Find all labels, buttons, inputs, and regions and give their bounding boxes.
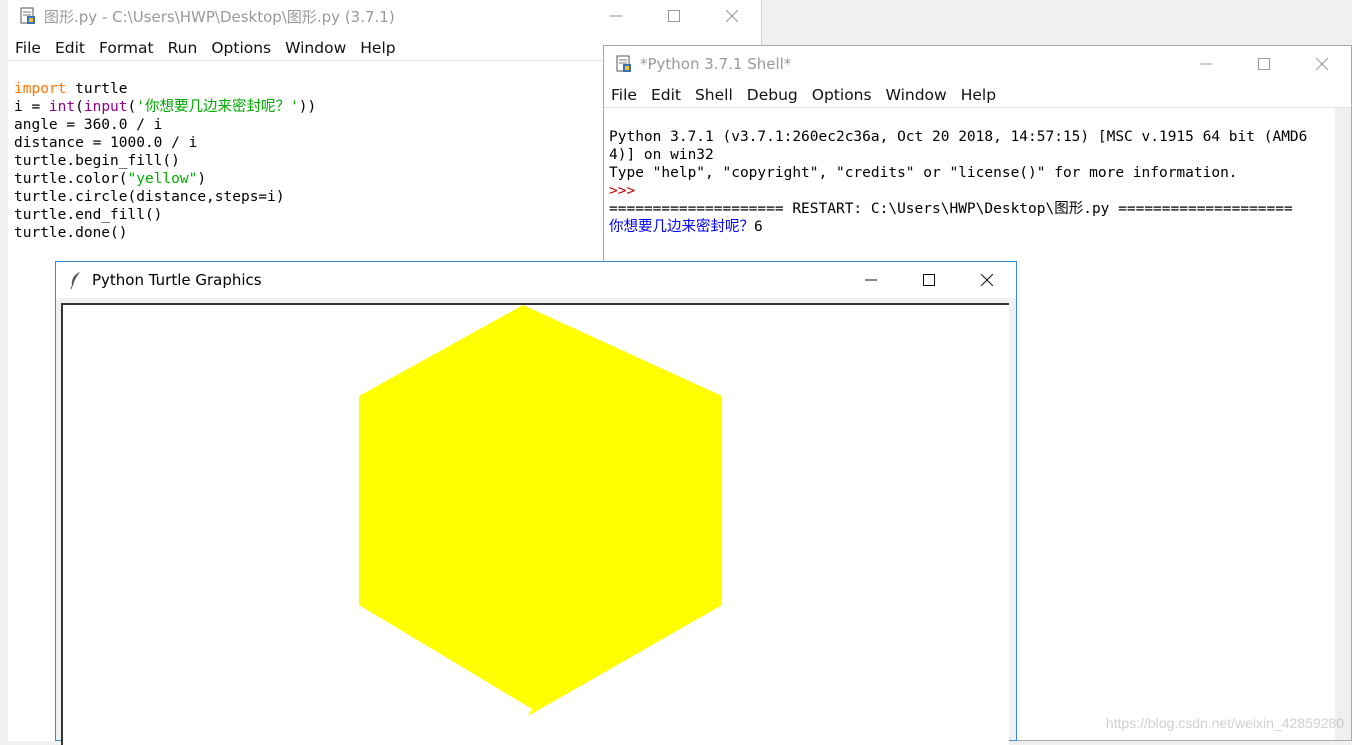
minimize-icon [865,279,877,281]
maximize-button[interactable] [1235,46,1293,82]
close-button[interactable] [958,262,1016,298]
watermark: https://blog.csdn.net/weixin_42859280 [1105,715,1344,731]
close-icon [1316,58,1328,70]
menu-file[interactable]: File [8,39,48,57]
shell-question: 你想要几边来密封呢？ [609,219,754,235]
code-line-5: turtle.begin_fill() [14,153,180,169]
menu-file[interactable]: File [604,86,644,104]
shell-prompt: >>> [609,183,636,199]
shell-scrollbar[interactable] [1335,108,1351,740]
minimize-icon [610,15,622,17]
turtle-title: Python Turtle Graphics [92,271,262,289]
code-line-3: angle = 360.0 / i [14,117,163,133]
close-button[interactable] [1293,46,1351,82]
menu-options[interactable]: Options [204,39,278,57]
close-icon [981,274,993,286]
filled-hexagon [359,305,722,716]
menu-shell[interactable]: Shell [688,86,740,104]
shell-line-1: Python 3.7.1 (v3.7.1:260ec2c36a, Oct 20 … [609,129,1308,145]
menu-window[interactable]: Window [278,39,353,57]
turtle-canvas[interactable] [61,303,1009,745]
editor-title: 图形.py - C:\Users\HWP\Desktop\图形.py (3.7.… [44,7,395,26]
shell-input-line: 你想要几边来密封呢？6 [609,218,1307,236]
minimize-button[interactable] [842,262,900,298]
maximize-icon [923,274,935,286]
shell-title: *Python 3.7.1 Shell* [640,55,792,73]
menu-help[interactable]: Help [353,39,402,57]
minimize-button[interactable] [1177,46,1235,82]
menu-edit[interactable]: Edit [48,39,92,57]
menu-help[interactable]: Help [954,86,1003,104]
idle-file-icon [614,54,634,74]
shell-answer: 6 [754,219,763,235]
feather-icon [66,270,86,290]
editor-titlebar[interactable]: 图形.py - C:\Users\HWP\Desktop\图形.py (3.7.… [8,0,761,32]
menu-window[interactable]: Window [879,86,954,104]
turtle-canvas-svg [359,305,722,716]
code-line-4: distance = 1000.0 / i [14,135,198,151]
menu-format[interactable]: Format [92,39,161,57]
shell-menubar: File Edit Shell Debug Options Window Hel… [604,84,1351,106]
maximize-icon [668,10,680,22]
close-icon [726,10,738,22]
code-line-1: import turtle [14,81,128,97]
menu-debug[interactable]: Debug [740,86,805,104]
menu-options[interactable]: Options [805,86,879,104]
maximize-button[interactable] [645,0,703,32]
shell-restart-line: ==================== RESTART: C:\Users\H… [609,201,1293,217]
idle-file-icon [18,6,38,26]
maximize-button[interactable] [900,262,958,298]
menu-edit[interactable]: Edit [644,86,688,104]
shell-output[interactable]: Python 3.7.1 (v3.7.1:260ec2c36a, Oct 20 … [609,110,1307,272]
code-line-8: turtle.end_fill() [14,207,163,223]
shell-titlebar[interactable]: *Python 3.7.1 Shell* [604,46,1351,82]
close-button[interactable] [703,0,761,32]
editor-code-area[interactable]: import turtle i = int(input('你想要几边来密封呢？')… [14,62,316,278]
code-line-7: turtle.circle(distance,steps=i) [14,189,285,205]
code-line-2: i = int(input('你想要几边来密封呢？')) [14,99,317,115]
code-line-6: turtle.color("yellow") [14,171,207,187]
code-line-9: turtle.done() [14,225,128,241]
minimize-icon [1200,63,1212,65]
maximize-icon [1258,58,1270,70]
shell-line-3: Type "help", "copyright", "credits" or "… [609,165,1238,181]
turtle-titlebar[interactable]: Python Turtle Graphics [56,262,1016,298]
turtle-window: Python Turtle Graphics [55,261,1017,745]
minimize-button[interactable] [587,0,645,32]
shell-line-2: 4)] on win32 [609,147,714,163]
menu-run[interactable]: Run [161,39,205,57]
